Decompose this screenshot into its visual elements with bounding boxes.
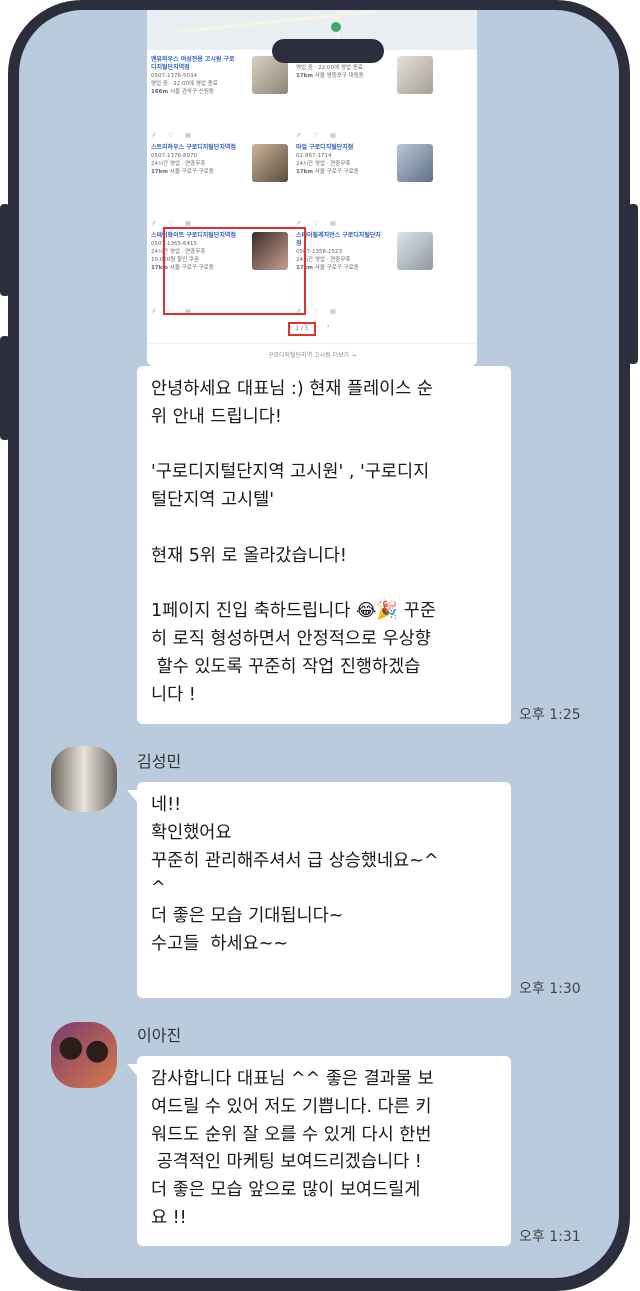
result-phone: 0507-1376-8970 xyxy=(151,153,197,159)
result-hours: 영업 중 · 22:00에 영업 종료 xyxy=(296,65,363,71)
more-results-link: 구로디지털단지역 고시원 더보기 → xyxy=(147,343,477,359)
result-hours: 24시간 영업 · 연중무휴 xyxy=(296,161,351,167)
result-title: 마일 구로디지털단지점 xyxy=(296,144,354,151)
highlight-box xyxy=(163,227,306,315)
page-indicator: 1 / 5 xyxy=(288,322,316,336)
phone-frame: 엔유하우스 여성전용 고시원 구로디지털단지역점 0507-1376-5034 … xyxy=(0,0,638,1291)
message-bubble[interactable]: 감사합니다 대표님 ^^ 좋은 결과물 보 여드릴 수 있어 저도 기쁩니다. … xyxy=(127,1056,511,1246)
result-hours: 24시간 영업 · 연중무휴 xyxy=(151,161,206,167)
message-time: 오후 1:25 xyxy=(519,707,581,723)
result-hours: 영업 중 · 22:00에 영업 종료 xyxy=(151,81,218,87)
chat-screen[interactable]: 엔유하우스 여성전용 고시원 구로디지털단지역점 0507-1376-5034 … xyxy=(19,10,619,1278)
result-address: 서울 구로구 구로동 xyxy=(314,169,359,175)
result-distance: 17km xyxy=(151,169,169,175)
result-card: 0507-1466-2950 영업 중 · 22:00에 영업 종료 17km … xyxy=(292,52,437,142)
result-thumbnail xyxy=(397,56,433,94)
result-card: 마일 구로디지털단지점 02-867-1714 24시간 영업 · 연중무휴 1… xyxy=(292,140,437,230)
map-pin-icon xyxy=(331,22,341,32)
next-page-icon: › xyxy=(327,323,330,330)
result-address: 서울 관악구 신림동 xyxy=(169,89,214,95)
camera-notch xyxy=(272,39,384,63)
pagination: 1 / 5 › xyxy=(147,322,329,336)
power-button xyxy=(628,204,638,364)
result-title: 스트리하우스 구로디지털단지역점 xyxy=(151,144,236,151)
result-title: 엔유하우스 여성전용 고시원 구로디지털단지역점 xyxy=(151,56,235,71)
sender-avatar[interactable] xyxy=(51,1022,117,1088)
result-thumbnail xyxy=(397,232,433,270)
result-phone: 0507-1376-5034 xyxy=(151,73,197,79)
message-time: 오후 1:30 xyxy=(519,981,581,997)
message-bubble[interactable]: 네!! 확인했어요 꾸준히 관리해주셔서 급 상승했네요~^ ^ 더 좋은 모습… xyxy=(127,782,511,998)
result-card: 엔유하우스 여성전용 고시원 구로디지털단지역점 0507-1376-5034 … xyxy=(147,52,292,142)
shared-screenshot-image[interactable]: 엔유하우스 여성전용 고시원 구로디지털단지역점 0507-1376-5034 … xyxy=(147,10,477,366)
sender-avatar[interactable] xyxy=(51,746,117,812)
result-address: 서울 구로구 구로동 xyxy=(314,265,359,271)
result-distance: 17km xyxy=(296,169,314,175)
message-time: 오후 1:31 xyxy=(519,1229,581,1245)
result-card: 스테이힐레지던스 구로디지털단지점 0507-1358-1523 24시간 영업… xyxy=(292,228,437,318)
sender-name: 이아진 xyxy=(137,1026,182,1045)
result-phone: 0507-1358-1523 xyxy=(296,249,342,255)
result-thumbnail xyxy=(397,144,433,182)
message-bubble[interactable]: 안녕하세요 대표님 :) 현재 플레이스 순 위 안내 드립니다! '구로디지털… xyxy=(137,366,511,724)
result-distance: 166m xyxy=(151,89,169,95)
result-title: 스테이힐레지던스 구로디지털단지점 xyxy=(296,232,381,247)
result-action-icons: ↗ ♡ ▤ xyxy=(151,132,196,139)
result-card: 스트리하우스 구로디지털단지역점 0507-1376-8970 24시간 영업 … xyxy=(147,140,292,230)
sender-name: 김성민 xyxy=(137,752,182,771)
result-distance: 17km xyxy=(296,73,314,79)
result-address: 서울 구로구 구로동 xyxy=(169,169,214,175)
result-action-icons: ↗ ♡ ▤ xyxy=(296,132,341,139)
volume-down-button xyxy=(0,336,10,440)
result-hours: 24시간 영업 · 연중무휴 xyxy=(296,257,351,263)
volume-up-button xyxy=(0,204,10,296)
result-thumbnail xyxy=(252,144,288,182)
result-address: 서울 영등포구 대림동 xyxy=(314,73,364,79)
result-phone: 02-867-1714 xyxy=(296,153,332,159)
